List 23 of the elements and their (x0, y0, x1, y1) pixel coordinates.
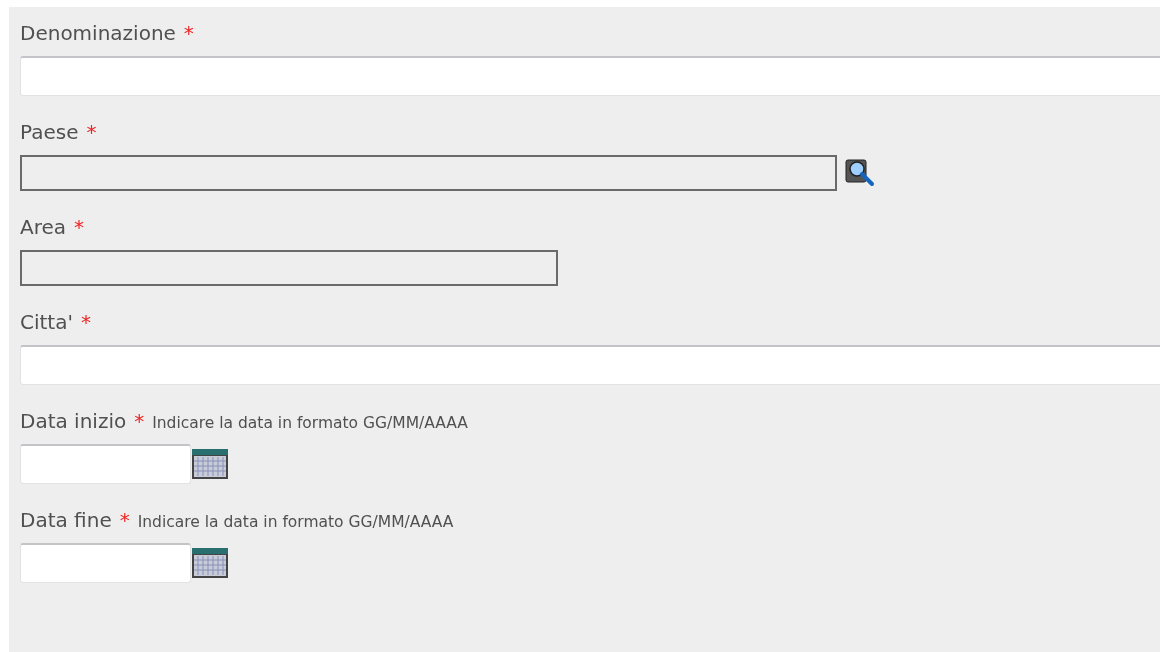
field-label: Data fine (20, 508, 112, 532)
field-label: Paese (20, 120, 79, 144)
field-label: Area (20, 215, 67, 239)
required-mark: * (86, 120, 97, 144)
field-label: Data inizio (20, 409, 127, 433)
format-hint: Indicare la data in formato GG/MM/AAAA (137, 513, 454, 531)
area-field[interactable] (20, 250, 558, 286)
calendar-icon[interactable] (191, 448, 229, 480)
format-hint: Indicare la data in formato GG/MM/AAAA (152, 414, 468, 432)
text-field[interactable] (20, 345, 1160, 385)
text-field[interactable] (20, 56, 1160, 96)
date-field[interactable] (20, 444, 191, 484)
country-field[interactable] (20, 155, 837, 191)
required-mark: * (134, 409, 145, 433)
required-mark: * (183, 21, 194, 45)
field-label: Denominazione (20, 21, 176, 45)
required-mark: * (119, 508, 130, 532)
required-mark: * (80, 310, 91, 334)
search-icon[interactable] (845, 158, 875, 188)
field-label: Citta' (20, 310, 73, 334)
required-mark: * (74, 215, 85, 239)
calendar-icon[interactable] (191, 547, 229, 579)
date-field[interactable] (20, 543, 191, 583)
